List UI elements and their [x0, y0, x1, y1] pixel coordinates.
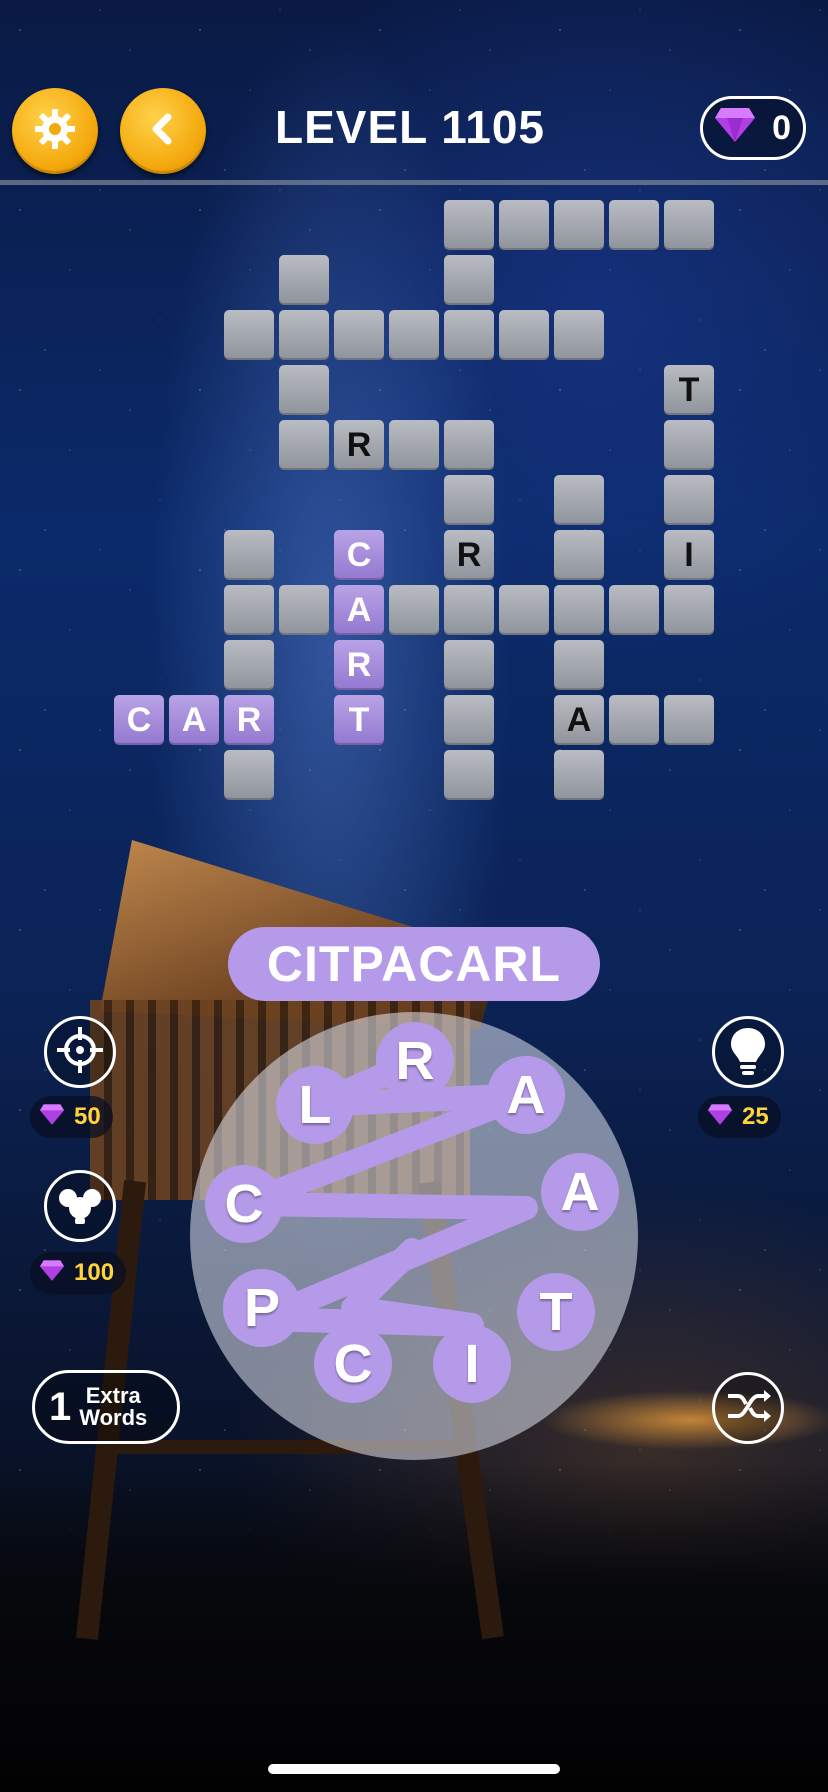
grid-cell — [444, 585, 494, 635]
grid-cell — [554, 475, 604, 525]
grid-cell — [444, 310, 494, 360]
multi-hint-button[interactable] — [44, 1170, 116, 1242]
grid-cell — [609, 695, 659, 745]
grid-cell — [444, 640, 494, 690]
grid-cell-found: A — [169, 695, 219, 745]
wheel-letter[interactable]: C — [314, 1325, 392, 1403]
grid-cell — [389, 585, 439, 635]
grid-cell — [664, 420, 714, 470]
hint-button[interactable] — [712, 1016, 784, 1088]
gem-count: 0 — [772, 108, 791, 147]
grid-cell: A — [554, 695, 604, 745]
grid-cell: I — [664, 530, 714, 580]
grid-cell — [279, 420, 329, 470]
level-title: LEVEL 1105 — [275, 101, 545, 153]
grid-cell — [279, 255, 329, 305]
grid-cell — [609, 585, 659, 635]
grid-cell — [444, 255, 494, 305]
target-hint-cost-value: 50 — [74, 1103, 101, 1130]
grid-cell-found: C — [334, 530, 384, 580]
gem-counter[interactable]: 0 — [700, 96, 806, 160]
grid-cell-found: T — [334, 695, 384, 745]
grid-cell — [279, 310, 329, 360]
header-divider — [0, 180, 828, 185]
grid-cell — [664, 475, 714, 525]
grid-cell — [554, 585, 604, 635]
shuffle-button[interactable] — [712, 1372, 784, 1444]
current-word-preview: CITPACARL — [228, 927, 600, 1001]
back-button[interactable] — [120, 88, 206, 174]
chevron-left-icon — [143, 109, 183, 154]
hint-cost: 25 — [698, 1096, 781, 1138]
grid-cell — [444, 750, 494, 800]
multi-hint-cost-value: 100 — [74, 1259, 115, 1286]
purple-gem-icon — [706, 1102, 734, 1133]
grid-cell — [554, 200, 604, 250]
extra-words-label-line2: Words — [79, 1405, 148, 1430]
wheel-letter[interactable]: A — [541, 1153, 619, 1231]
grid-cell — [224, 585, 274, 635]
grid-cell — [389, 310, 439, 360]
grid-cell — [499, 310, 549, 360]
top-bar: LEVEL 1105 0 — [0, 0, 828, 180]
grid-cell — [279, 365, 329, 415]
extra-words-label-line1: Extra — [85, 1383, 141, 1408]
grid-cell — [224, 530, 274, 580]
extra-words-button[interactable]: 1 Extra Words — [32, 1370, 180, 1444]
wheel-letter[interactable]: P — [223, 1269, 301, 1347]
letter-wheel[interactable]: R A A T I C P C L — [190, 1012, 638, 1460]
grid-cell-found: R — [224, 695, 274, 745]
home-indicator[interactable] — [268, 1764, 560, 1774]
grid-cell — [444, 475, 494, 525]
lightbulb-icon — [726, 1024, 770, 1081]
grid-cell — [609, 200, 659, 250]
grid-cell — [224, 310, 274, 360]
wheel-letter[interactable]: I — [433, 1325, 511, 1403]
wheel-letter[interactable]: T — [517, 1273, 595, 1351]
grid-cell — [664, 200, 714, 250]
wheel-letter[interactable]: A — [487, 1056, 565, 1134]
crosshair-icon — [55, 1025, 105, 1080]
wheel-letter[interactable]: C — [205, 1165, 283, 1243]
multi-hint-cost: 100 — [30, 1252, 127, 1294]
shuffle-icon — [724, 1386, 772, 1431]
grid-cell — [444, 695, 494, 745]
grid-cell — [554, 310, 604, 360]
grid-cell-found: A — [334, 585, 384, 635]
grid-cell — [224, 640, 274, 690]
purple-gem-icon — [713, 104, 757, 153]
wheel-letter[interactable]: L — [276, 1066, 354, 1144]
grid-cell-found: C — [114, 695, 164, 745]
extra-words-label: Extra Words — [79, 1385, 147, 1429]
purple-gem-icon — [38, 1102, 66, 1133]
grid-cell — [554, 530, 604, 580]
multi-bulb-icon — [54, 1178, 106, 1235]
target-hint-button[interactable] — [44, 1016, 116, 1088]
grid-cell — [664, 695, 714, 745]
wheel-letter[interactable]: R — [376, 1022, 454, 1100]
grid-cell — [444, 420, 494, 470]
purple-gem-icon — [38, 1258, 66, 1289]
gear-icon — [31, 105, 79, 158]
grid-cell — [554, 640, 604, 690]
hint-cost-value: 25 — [742, 1103, 769, 1130]
grid-cell: R — [334, 420, 384, 470]
settings-button[interactable] — [12, 88, 98, 174]
grid-cell — [499, 585, 549, 635]
target-hint-cost: 50 — [30, 1096, 113, 1138]
grid-cell-found: R — [334, 640, 384, 690]
grid-cell: R — [444, 530, 494, 580]
grid-cell — [554, 750, 604, 800]
grid-cell — [224, 750, 274, 800]
grid-cell: T — [664, 365, 714, 415]
grid-cell — [444, 200, 494, 250]
grid-cell — [334, 310, 384, 360]
grid-cell — [499, 200, 549, 250]
grid-cell — [279, 585, 329, 635]
grid-cell — [664, 585, 714, 635]
extra-words-count: 1 — [49, 1384, 72, 1429]
grid-cell — [389, 420, 439, 470]
